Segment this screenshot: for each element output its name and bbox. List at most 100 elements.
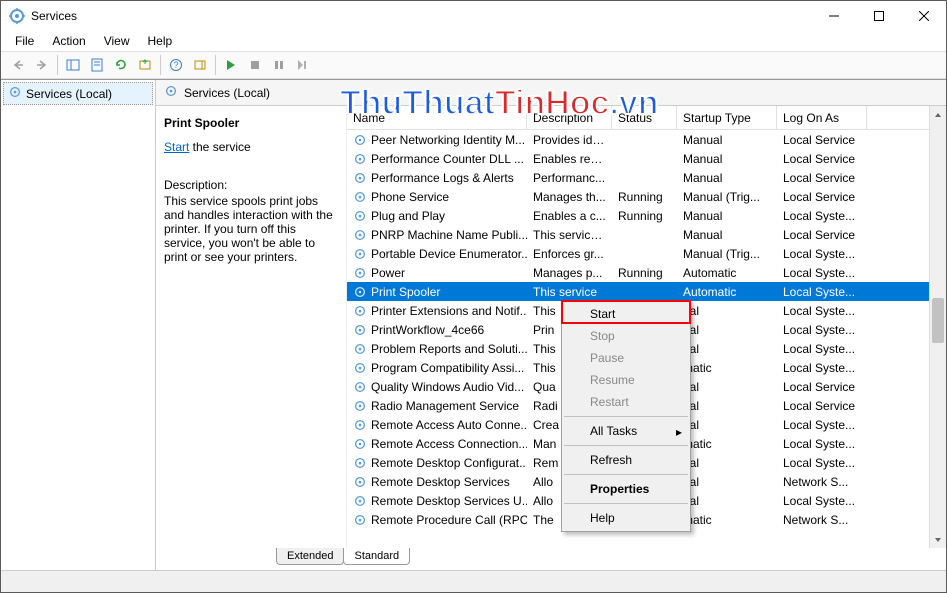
service-status: Running	[612, 209, 677, 223]
table-row[interactable]: Performance Counter DLL ...Enables rem..…	[347, 149, 946, 168]
service-logon: Local Syste...	[777, 304, 867, 318]
stop-service-button[interactable]	[244, 54, 266, 76]
service-desc: Enforces gr...	[527, 247, 612, 261]
service-logon: Local Service	[777, 380, 867, 394]
ctx-refresh[interactable]: Refresh	[562, 449, 690, 471]
start-service-button[interactable]	[220, 54, 242, 76]
menu-action[interactable]: Action	[44, 32, 93, 50]
service-logon: Local Service	[777, 228, 867, 242]
service-startup: matic	[677, 513, 777, 527]
service-name: Plug and Play	[371, 209, 445, 223]
gear-icon	[353, 475, 367, 489]
service-logon: Local Syste...	[777, 266, 867, 280]
refresh-button[interactable]	[110, 54, 132, 76]
description-label: Description:	[164, 178, 338, 192]
col-startup-type[interactable]: Startup Type	[677, 106, 777, 129]
service-name: Peer Networking Identity M...	[371, 133, 525, 147]
pause-service-button[interactable]	[268, 54, 290, 76]
context-menu: Start Stop Pause Resume Restart All Task…	[561, 300, 691, 532]
ctx-help[interactable]: Help	[562, 507, 690, 529]
ctx-all-tasks[interactable]: All Tasks▸	[562, 420, 690, 442]
service-logon: Network S...	[777, 475, 867, 489]
help-button[interactable]: ?	[165, 54, 187, 76]
service-startup: ual	[677, 475, 777, 489]
scroll-thumb[interactable]	[932, 298, 944, 343]
scroll-track[interactable]	[930, 123, 946, 531]
service-name: Quality Windows Audio Vid...	[371, 380, 524, 394]
table-row[interactable]: Portable Device Enumerator...Enforces gr…	[347, 244, 946, 263]
start-service-link[interactable]: Start	[164, 140, 189, 154]
service-logon: Local Service	[777, 152, 867, 166]
service-name: Problem Reports and Soluti...	[371, 342, 527, 356]
gear-icon	[353, 437, 367, 451]
table-row[interactable]: Performance Logs & AlertsPerformanc...Ma…	[347, 168, 946, 187]
ctx-restart[interactable]: Restart	[562, 391, 690, 413]
service-startup: ual	[677, 304, 777, 318]
minimize-button[interactable]	[811, 2, 856, 31]
table-row[interactable]: PowerManages p...RunningAutomaticLocal S…	[347, 263, 946, 282]
panel-header: Services (Local)	[156, 80, 946, 106]
services-app-icon	[9, 8, 25, 24]
service-name: PNRP Machine Name Publi...	[371, 228, 527, 242]
gear-icon	[353, 399, 367, 413]
table-row[interactable]: PNRP Machine Name Publi...This service .…	[347, 225, 946, 244]
ctx-start[interactable]: Start	[562, 303, 690, 325]
vertical-scrollbar[interactable]	[929, 106, 946, 548]
ctx-all-tasks-label: All Tasks	[590, 424, 637, 438]
service-startup: ual	[677, 456, 777, 470]
close-button[interactable]	[901, 2, 946, 31]
service-status: Running	[612, 266, 677, 280]
menu-file[interactable]: File	[7, 32, 42, 50]
export-button[interactable]	[134, 54, 156, 76]
tab-standard[interactable]: Standard	[343, 548, 410, 565]
restart-service-button[interactable]	[292, 54, 314, 76]
table-row[interactable]: Plug and PlayEnables a c...RunningManual…	[347, 206, 946, 225]
tab-extended[interactable]: Extended	[276, 548, 344, 565]
menu-help[interactable]: Help	[140, 32, 181, 50]
back-button[interactable]	[7, 54, 29, 76]
service-logon: Local Syste...	[777, 342, 867, 356]
tree-pane: Services (Local)	[1, 80, 156, 570]
service-name: Remote Procedure Call (RPC)	[371, 513, 527, 527]
ctx-resume[interactable]: Resume	[562, 369, 690, 391]
service-name: Remote Access Auto Conne...	[371, 418, 527, 432]
ctx-pause[interactable]: Pause	[562, 347, 690, 369]
maximize-button[interactable]	[856, 2, 901, 31]
service-startup: Manual	[677, 171, 777, 185]
col-description[interactable]: Description	[527, 106, 612, 129]
service-logon: Local Syste...	[777, 247, 867, 261]
ctx-separator	[564, 503, 688, 504]
service-desc: This service ...	[527, 228, 612, 242]
window-title: Services	[31, 9, 77, 23]
service-startup: matic	[677, 361, 777, 375]
col-status[interactable]: Status	[612, 106, 677, 129]
service-desc: Manages p...	[527, 266, 612, 280]
properties-button[interactable]	[86, 54, 108, 76]
service-startup: Manual (Trig...	[677, 247, 777, 261]
table-row[interactable]: Phone ServiceManages th...RunningManual …	[347, 187, 946, 206]
service-startup: Manual	[677, 228, 777, 242]
col-name[interactable]: Name	[347, 106, 527, 129]
show-hide-tree-button[interactable]	[62, 54, 84, 76]
show-hide-action-button[interactable]	[189, 54, 211, 76]
col-log-on-as[interactable]: Log On As	[777, 106, 867, 129]
forward-button[interactable]	[31, 54, 53, 76]
scroll-down-icon[interactable]	[930, 531, 946, 548]
service-logon: Local Syste...	[777, 209, 867, 223]
service-name: PrintWorkflow_4ce66	[371, 323, 484, 337]
service-name: Program Compatibility Assi...	[371, 361, 524, 375]
service-name: Power	[371, 266, 405, 280]
ctx-properties[interactable]: Properties	[562, 478, 690, 500]
menu-view[interactable]: View	[96, 32, 138, 50]
start-service-row: Start the service	[164, 140, 338, 154]
service-startup: ual	[677, 418, 777, 432]
tree-root-label: Services (Local)	[26, 87, 112, 101]
statusbar	[1, 570, 946, 592]
gear-icon	[164, 84, 178, 101]
table-row[interactable]: Peer Networking Identity M...Provides id…	[347, 130, 946, 149]
scroll-up-icon[interactable]	[930, 106, 946, 123]
service-name: Radio Management Service	[371, 399, 519, 413]
ctx-stop[interactable]: Stop	[562, 325, 690, 347]
table-row[interactable]: Print SpoolerThis serviceAutomaticLocal …	[347, 282, 946, 301]
tree-root-node[interactable]: Services (Local)	[3, 82, 153, 105]
